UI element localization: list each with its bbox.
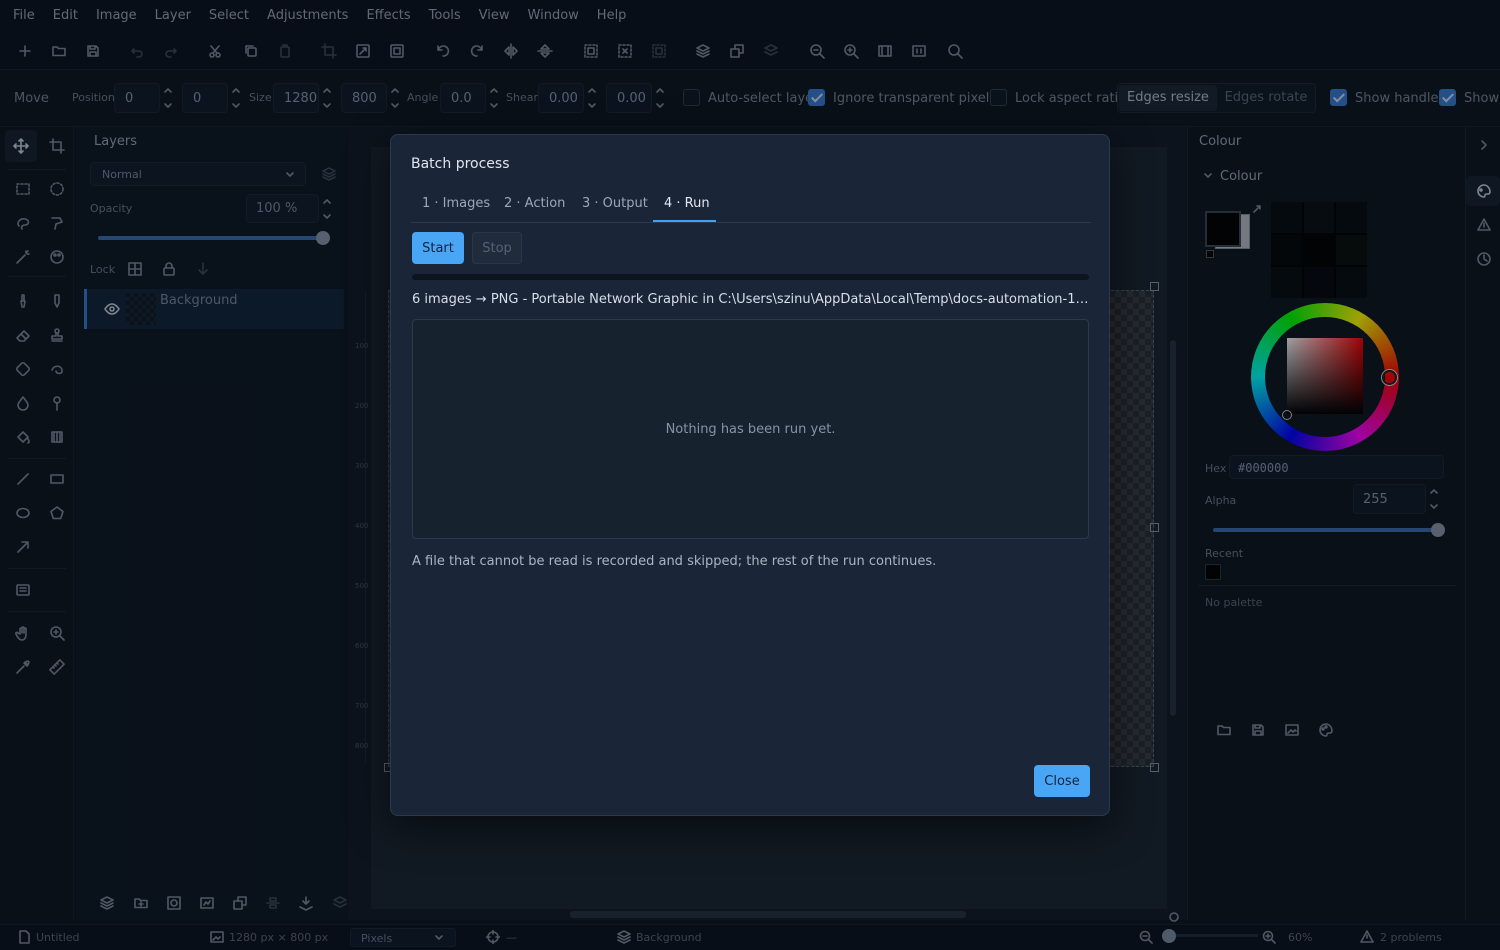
dialog-tabs: 1 · Images 2 · Action 3 · Output 4 · Run [411, 187, 1091, 223]
start-button[interactable]: Start [412, 232, 464, 264]
batch-process-dialog: Batch process 1 · Images 2 · Action 3 · … [390, 134, 1110, 816]
run-log-empty-message: Nothing has been run yet. [665, 422, 836, 437]
error-handling-note: A file that cannot be read is recorded a… [412, 554, 937, 569]
run-log: Nothing has been run yet. [412, 319, 1089, 539]
tab-output[interactable]: 3 · Output [582, 196, 648, 211]
batch-summary: 6 images → PNG - Portable Network Graphi… [412, 292, 1089, 307]
tab-action[interactable]: 2 · Action [504, 196, 565, 211]
active-tab-indicator [653, 220, 716, 222]
tab-images[interactable]: 1 · Images [422, 196, 490, 211]
progress-bar [412, 274, 1089, 280]
stop-button[interactable]: Stop [472, 232, 522, 264]
tab-run[interactable]: 4 · Run [664, 196, 710, 211]
close-button[interactable]: Close [1034, 765, 1090, 797]
dialog-title: Batch process [411, 156, 510, 172]
